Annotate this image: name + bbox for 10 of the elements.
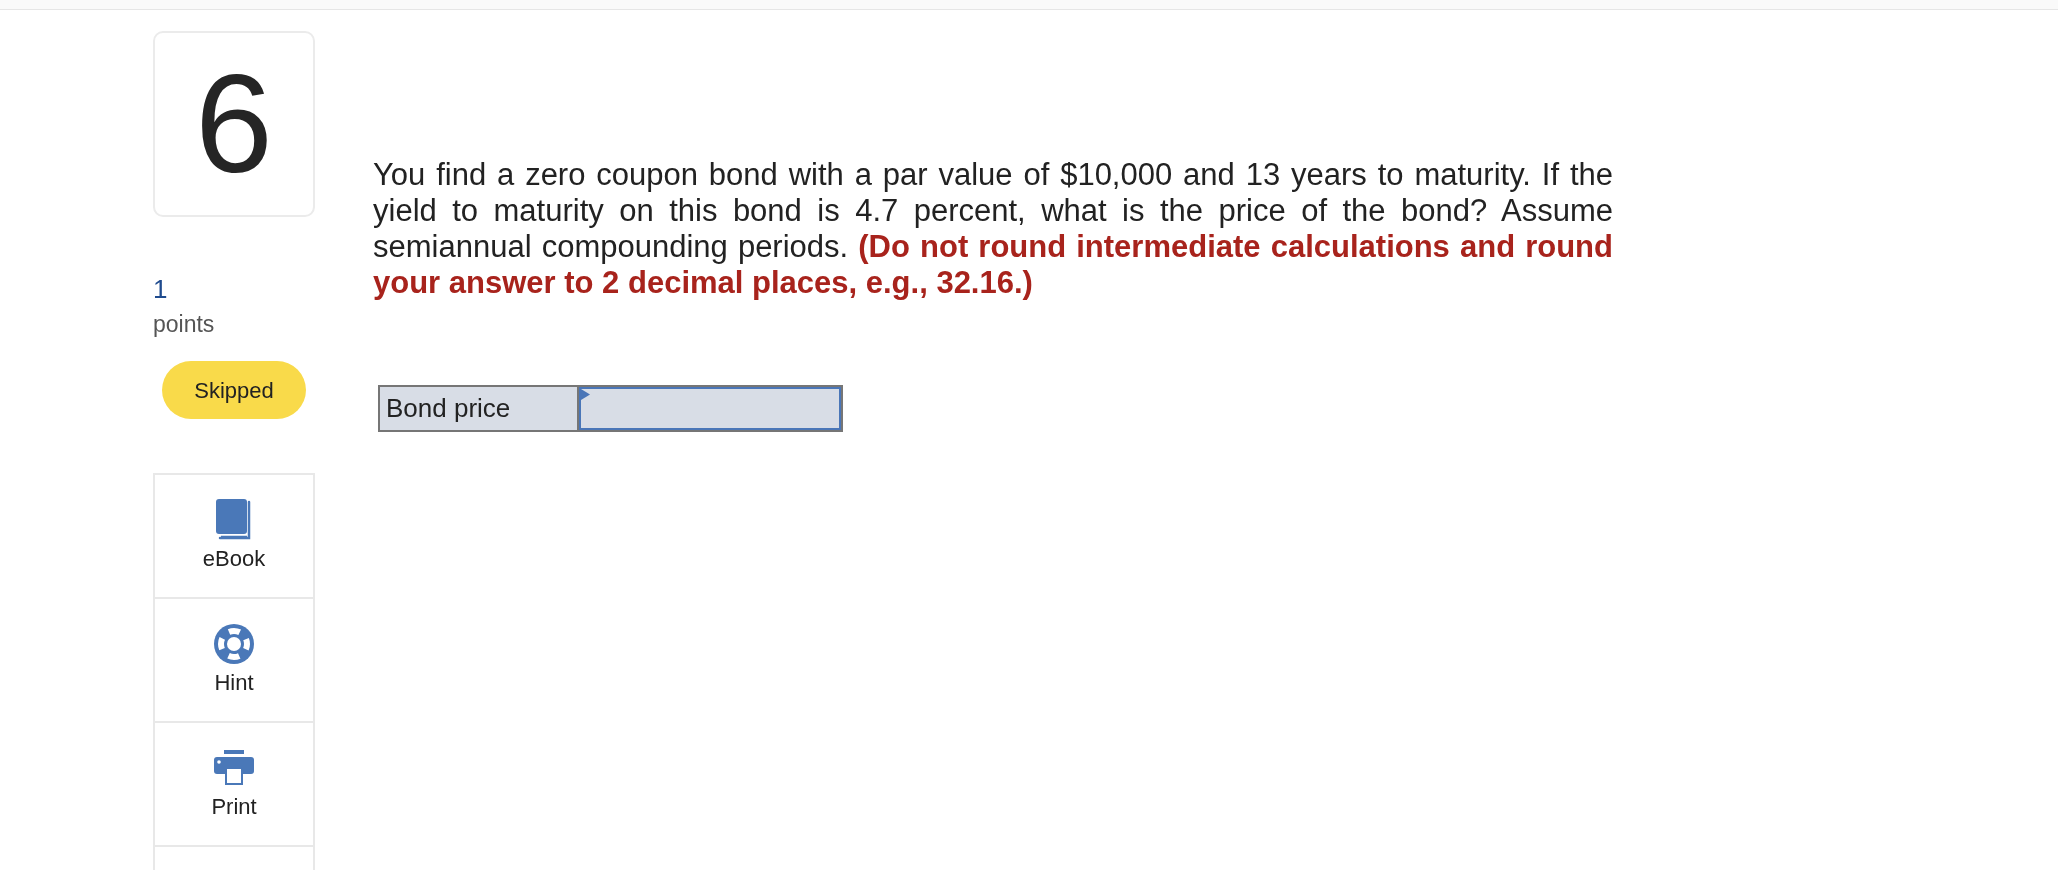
printer-icon <box>214 750 254 785</box>
book-icon <box>216 499 252 540</box>
status-badge: Skipped <box>162 361 306 419</box>
flag-marker-icon <box>581 389 590 400</box>
lifebuoy-icon <box>214 623 254 664</box>
points-label: points <box>153 310 216 338</box>
question-number: 6 <box>153 31 315 217</box>
question-text: You find a zero coupon bond with a par value of $10,000 and 13 years to maturity. If the yield to maturity on this bond is 4.7 percent, what is the price of the bond? Assume semiannual compounding periods. (Do not round intermediate calculations and round your answer to 2 decimal places, e.g., 32.16.) <box>373 157 1613 301</box>
points-value: 1 <box>153 274 169 304</box>
answer-input[interactable] <box>579 387 841 430</box>
